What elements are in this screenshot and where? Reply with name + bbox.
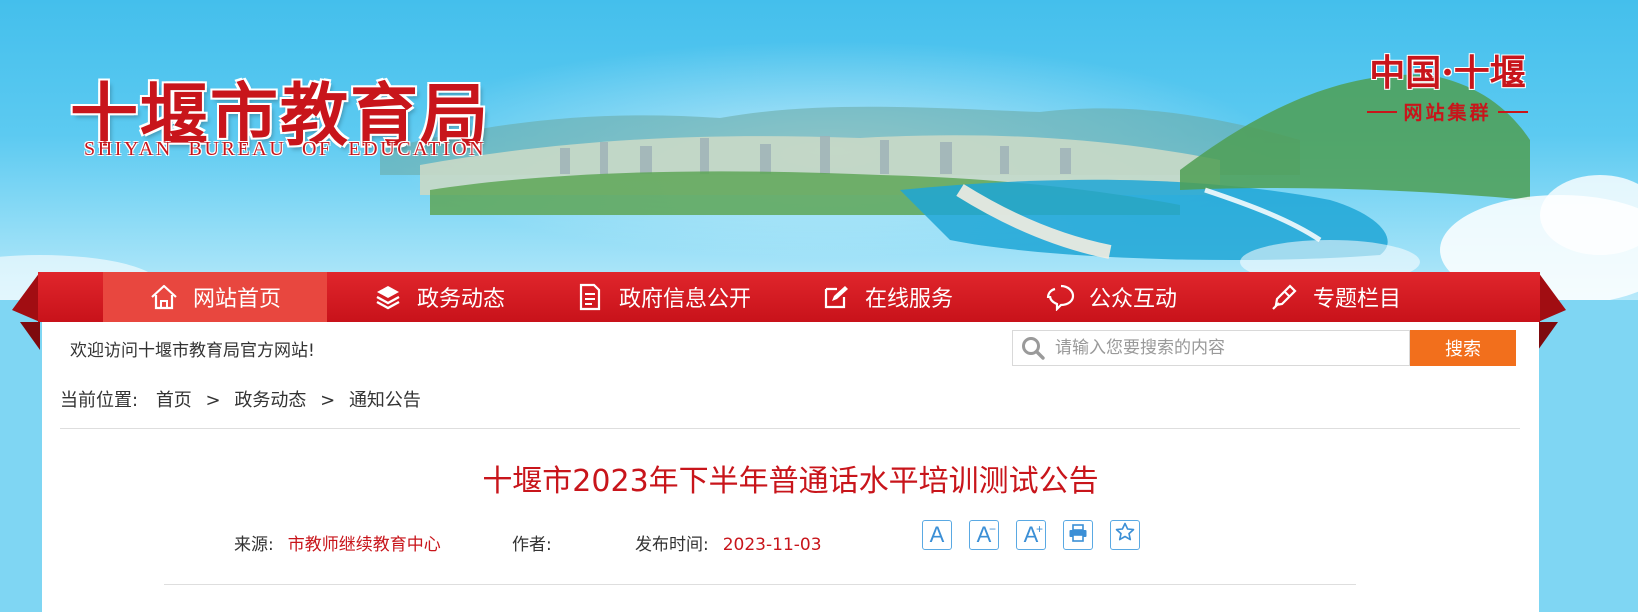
site-group-subtitle: 网站集群 [1403, 102, 1492, 124]
chat-icon [1045, 282, 1075, 312]
site-title-english: SHIYAN BUREAU OF EDUCATION [84, 138, 487, 160]
divider [1497, 110, 1528, 113]
site-group-subtitle-row: 网站集群 [1355, 98, 1540, 125]
nav-item-home[interactable]: 网站首页 [103, 272, 327, 322]
font-size-increase-button[interactable]: A + [1016, 520, 1046, 550]
breadcrumb: 当前位置: 首页 > 政务动态 > 通知公告 [60, 386, 421, 412]
divider [164, 584, 1356, 585]
layers-icon [373, 282, 403, 312]
main-nav: 网站首页 政务动态 政府信息公开 在线服务 公众互动 专题栏目 [38, 272, 1540, 322]
breadcrumb-label: 当前位置: [60, 390, 139, 411]
print-button[interactable] [1063, 520, 1093, 550]
plus-icon: + [1035, 522, 1043, 536]
nav-item-government-news[interactable]: 政务动态 [327, 272, 551, 322]
minus-icon: − [988, 522, 996, 536]
header-banner: 十堰市教育局 SHIYAN BUREAU OF EDUCATION 中国·十堰 … [0, 0, 1638, 300]
nav-item-info-disclosure[interactable]: 政府信息公开 [551, 272, 775, 322]
nav-item-label: 政府信息公开 [618, 287, 751, 312]
date-label: 发布时间: [635, 535, 709, 555]
breadcrumb-link-notices[interactable]: 通知公告 [349, 390, 421, 411]
article-title: 十堰市2023年下半年普通话水平培训测试公告 [482, 464, 1099, 499]
search-input[interactable] [1053, 332, 1397, 364]
site-group-logo[interactable]: 中国·十堰 网站集群 [1355, 44, 1540, 125]
content-panel: 欢迎访问十堰市教育局官方网站! 搜索 当前位置: 首页 > 政务动态 > 通知公… [42, 322, 1539, 612]
nav-item-label: 公众互动 [1088, 287, 1177, 312]
article-tools: A A − A + [922, 520, 1140, 550]
welcome-message: 欢迎访问十堰市教育局官方网站! [70, 341, 315, 361]
breadcrumb-separator: > [205, 390, 221, 411]
favorite-button[interactable] [1110, 520, 1140, 550]
search-box [1012, 330, 1410, 366]
site-group-title: 中国·十堰 [1369, 52, 1526, 94]
source-label: 来源: [234, 535, 274, 555]
source-value: 市教师继续教育中心 [287, 535, 441, 555]
breadcrumb-link-government-news[interactable]: 政务动态 [234, 390, 306, 411]
search-icon [1013, 335, 1053, 361]
divider [60, 428, 1520, 429]
article-author: 作者: [512, 530, 566, 555]
nav-item-label: 政务动态 [416, 287, 505, 312]
breadcrumb-separator: > [320, 390, 336, 411]
breadcrumb-link-home[interactable]: 首页 [156, 390, 192, 411]
search-button[interactable]: 搜索 [1410, 330, 1516, 366]
edit-icon [821, 282, 851, 312]
article-source: 来源: 市教师继续教育中心 [234, 530, 441, 555]
author-label: 作者: [512, 535, 552, 555]
printer-icon [1068, 522, 1088, 548]
nav-item-public-interaction[interactable]: 公众互动 [999, 272, 1223, 322]
nav-item-online-services[interactable]: 在线服务 [775, 272, 999, 322]
font-size-icon: A [929, 522, 945, 547]
nav-item-label: 在线服务 [864, 287, 953, 312]
article-date: 发布时间: 2023-11-03 [635, 530, 822, 555]
divider [1367, 110, 1398, 113]
nav-item-label: 专题栏目 [1312, 287, 1401, 312]
pen-icon [1269, 282, 1299, 312]
nav-item-label: 网站首页 [192, 287, 281, 312]
document-icon [575, 282, 605, 312]
nav-item-special-topics[interactable]: 专题栏目 [1223, 272, 1447, 322]
font-size-decrease-button[interactable]: A − [969, 520, 999, 550]
nav-ribbon-fold-right [1538, 272, 1566, 350]
date-value: 2023-11-03 [722, 535, 822, 555]
home-icon [149, 282, 179, 312]
font-size-default-button[interactable]: A [922, 520, 952, 550]
star-icon [1115, 522, 1135, 548]
